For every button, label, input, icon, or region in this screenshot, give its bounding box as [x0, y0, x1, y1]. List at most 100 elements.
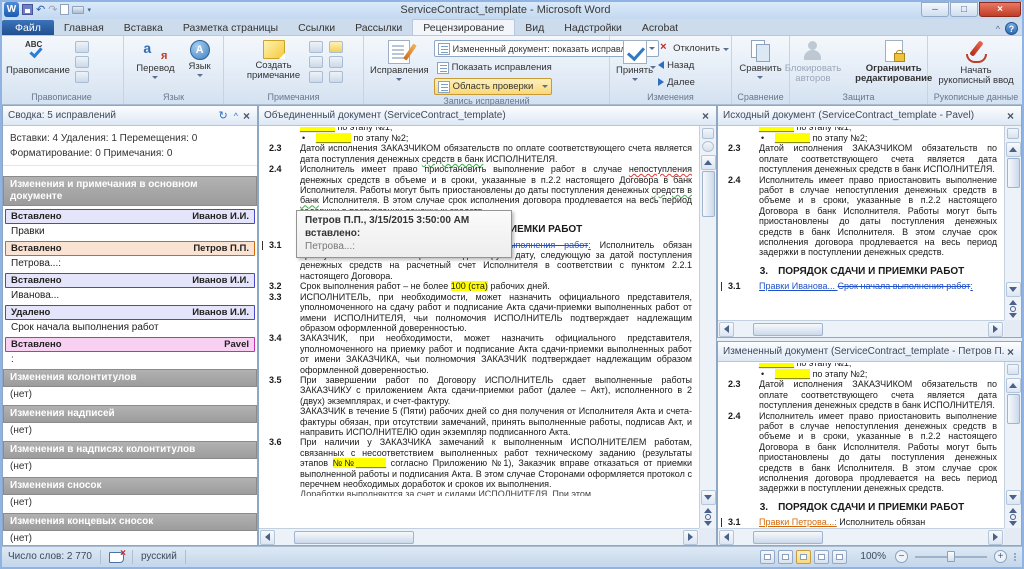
- tab-file[interactable]: Файл: [2, 20, 54, 35]
- previous-page-icon[interactable]: [1009, 508, 1017, 513]
- close-pane-icon[interactable]: ×: [1005, 345, 1016, 359]
- next-page-icon[interactable]: [1009, 521, 1017, 526]
- tab-mailings[interactable]: Рассылки: [345, 20, 412, 35]
- select-browse-object-icon[interactable]: [705, 514, 711, 520]
- word-logo-icon[interactable]: W: [4, 2, 19, 17]
- tab-addins[interactable]: Надстройки: [554, 20, 632, 35]
- next-change-button[interactable]: Далее: [658, 75, 729, 89]
- next-comment-icon[interactable]: [309, 71, 324, 83]
- collapse-pane-icon[interactable]: ^: [231, 111, 241, 121]
- refresh-icon[interactable]: ↻: [216, 109, 231, 122]
- scroll-left-icon[interactable]: [719, 529, 734, 545]
- tab-references[interactable]: Ссылки: [288, 20, 345, 35]
- scrollbar-thumb[interactable]: [753, 530, 823, 544]
- scrollbar-thumb[interactable]: [701, 171, 715, 217]
- spellcheck-status-icon[interactable]: [108, 548, 126, 563]
- vertical-scrollbar[interactable]: [1004, 362, 1021, 528]
- previous-page-icon[interactable]: [1009, 300, 1017, 305]
- research-icon[interactable]: [74, 41, 89, 53]
- zoom-slider-thumb[interactable]: [947, 550, 955, 562]
- tab-view[interactable]: Вид: [515, 20, 554, 35]
- horizontal-scrollbar[interactable]: [718, 528, 1004, 545]
- maximize-button[interactable]: □: [950, 2, 978, 17]
- start-inking-button[interactable]: Начать рукописный ввод: [935, 39, 1016, 87]
- undo-icon[interactable]: ↶: [36, 3, 45, 17]
- restrict-editing-button[interactable]: Ограничить редактирование: [852, 39, 935, 85]
- reject-button[interactable]: Отклонить: [658, 41, 729, 55]
- tab-page-layout[interactable]: Разметка страницы: [173, 20, 288, 35]
- thesaurus-icon[interactable]: [74, 56, 89, 68]
- delete-comment-icon[interactable]: [309, 41, 324, 53]
- revision-item[interactable]: Вставлено Петров П.П. Петрова...:: [5, 241, 255, 270]
- tab-review[interactable]: Рецензирование: [412, 19, 516, 35]
- scroll-left-icon[interactable]: [260, 529, 275, 545]
- scroll-up-icon[interactable]: [700, 155, 716, 170]
- next-page-icon[interactable]: [1009, 313, 1017, 318]
- language-status[interactable]: русский: [133, 551, 185, 562]
- scroll-right-icon[interactable]: [988, 321, 1003, 337]
- scroll-right-icon[interactable]: [683, 529, 698, 545]
- scrollbar-thumb[interactable]: [753, 322, 823, 336]
- tab-home[interactable]: Главная: [54, 20, 114, 35]
- document-editing-surface[interactable]: _______ по этапу №1; • _______ по этапу №2…: [718, 362, 1004, 528]
- redo-icon[interactable]: ↷: [48, 3, 57, 17]
- zoom-level[interactable]: 100%: [850, 551, 892, 562]
- select-browse-object-icon[interactable]: [1010, 306, 1016, 312]
- zoom-out-button[interactable]: −: [895, 550, 908, 563]
- compare-button[interactable]: Сравнить: [736, 39, 784, 80]
- document-editing-surface[interactable]: _______ по этапу №1; • _______ по этапу №2…: [259, 126, 699, 528]
- word-count-status[interactable]: Число слов: 2 770: [0, 551, 100, 562]
- scroll-down-icon[interactable]: [1005, 490, 1021, 505]
- ink-pen-icon[interactable]: [329, 56, 344, 68]
- scroll-down-icon[interactable]: [700, 490, 716, 505]
- word-count-icon[interactable]: [74, 71, 89, 83]
- zoom-slider[interactable]: [915, 550, 987, 562]
- minimize-button[interactable]: –: [921, 2, 949, 17]
- tab-insert[interactable]: Вставка: [114, 20, 173, 35]
- save-icon[interactable]: [22, 4, 33, 15]
- new-comment-button[interactable]: Создать примечание: [244, 39, 303, 82]
- resize-grip[interactable]: [1010, 552, 1016, 561]
- revision-item[interactable]: Вставлено Pavel :: [5, 337, 255, 366]
- document-editing-surface[interactable]: _______ по этапу №1; • _______ по этапу №2…: [718, 126, 1004, 320]
- select-browse-object-icon[interactable]: [1010, 514, 1016, 520]
- new-document-icon[interactable]: [60, 4, 70, 15]
- revision-item[interactable]: Удалено Иванов И.И. Срок начала выполнени…: [5, 305, 255, 334]
- view-draft-button[interactable]: [832, 549, 848, 564]
- close-pane-icon[interactable]: ×: [1005, 109, 1016, 123]
- accept-button[interactable]: Принять: [613, 39, 656, 82]
- scroll-right-icon[interactable]: [988, 529, 1003, 545]
- block-authors-button[interactable]: Блокировать авторов: [782, 39, 844, 85]
- view-outline-button[interactable]: [814, 549, 830, 564]
- reviewing-pane-button[interactable]: Область проверки: [433, 78, 552, 95]
- select-browse-icon[interactable]: [702, 141, 714, 152]
- next-page-icon[interactable]: [704, 521, 712, 526]
- ink-marker-icon[interactable]: [329, 41, 344, 53]
- scroll-down-icon[interactable]: [1005, 282, 1021, 297]
- previous-page-icon[interactable]: [704, 508, 712, 513]
- scroll-up-icon[interactable]: [1005, 378, 1021, 393]
- translate-button[interactable]: aя Перевод: [133, 39, 177, 80]
- scroll-left-icon[interactable]: [719, 321, 734, 337]
- tab-acrobat[interactable]: Acrobat: [632, 20, 688, 35]
- previous-comment-icon[interactable]: [309, 56, 324, 68]
- view-web-layout-button[interactable]: [796, 549, 812, 564]
- vertical-scrollbar[interactable]: [1004, 126, 1021, 320]
- print-icon[interactable]: [72, 5, 85, 14]
- close-button[interactable]: ×: [979, 2, 1021, 17]
- horizontal-scrollbar[interactable]: [718, 320, 1004, 337]
- horizontal-scrollbar[interactable]: [259, 528, 699, 545]
- close-pane-icon[interactable]: ×: [241, 109, 252, 123]
- language-button[interactable]: Язык: [186, 39, 214, 78]
- track-changes-button[interactable]: Исправления: [367, 39, 432, 82]
- minimize-ribbon-icon[interactable]: ^: [996, 24, 1000, 34]
- browse-object-icon[interactable]: [1007, 128, 1019, 139]
- scroll-up-icon[interactable]: [1005, 142, 1021, 157]
- revision-item[interactable]: Вставлено Иванов И.И. Иванова...: [5, 273, 255, 302]
- close-pane-icon[interactable]: ×: [700, 109, 711, 123]
- ink-eraser-icon[interactable]: [329, 71, 344, 83]
- view-print-layout-button[interactable]: [760, 549, 776, 564]
- scrollbar-thumb[interactable]: [1006, 158, 1020, 188]
- revision-item[interactable]: Вставлено Иванов И.И. Правки: [5, 209, 255, 238]
- zoom-in-button[interactable]: +: [994, 550, 1007, 563]
